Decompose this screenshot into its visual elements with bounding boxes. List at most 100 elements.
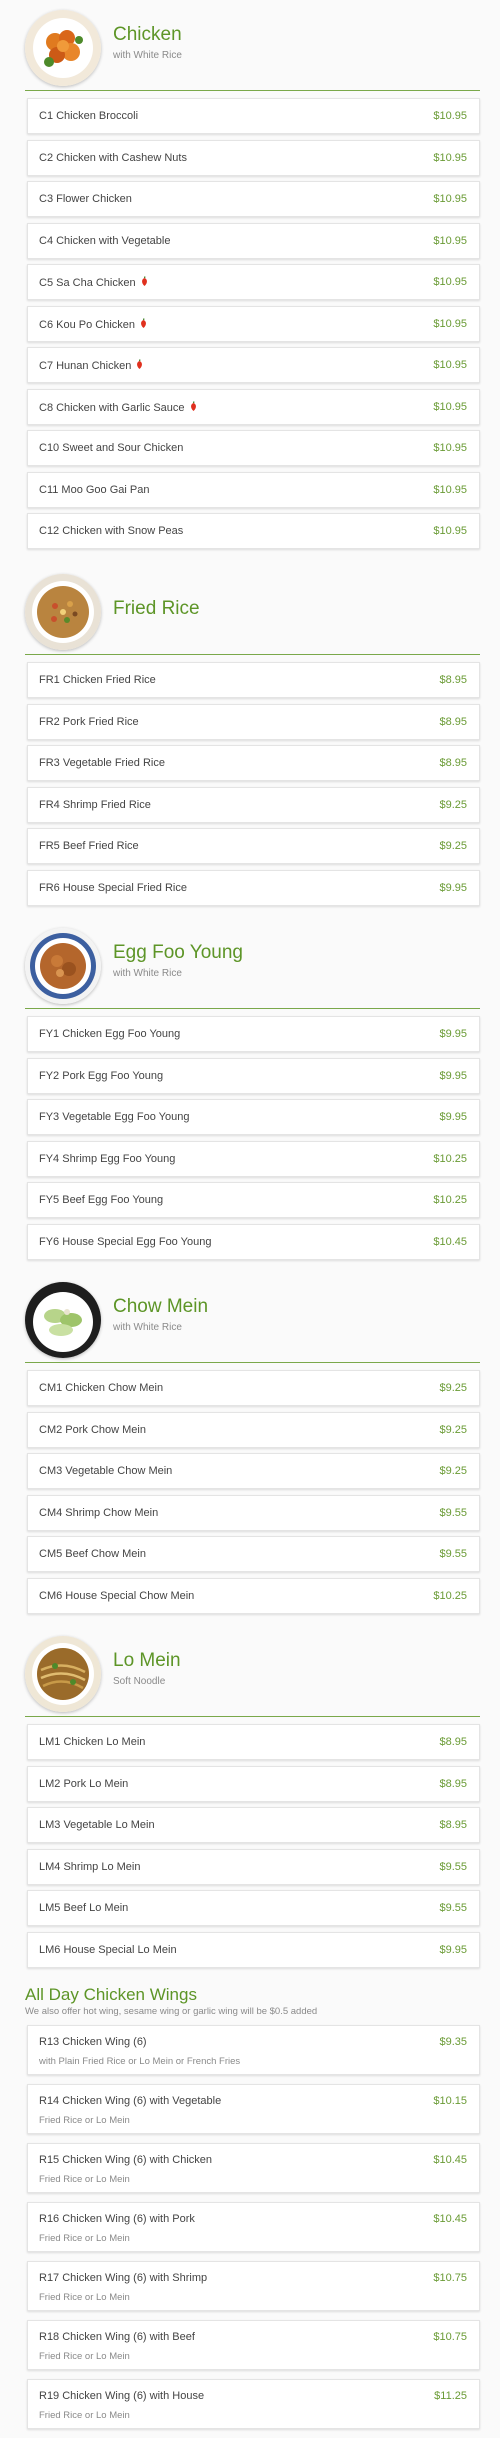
menu-item[interactable]: C2 Chicken with Cashew Nuts $10.95 <box>27 139 480 176</box>
menu-item[interactable]: C7 Hunan Chicken $10.95 <box>27 347 480 383</box>
menu-item-name: R15 Chicken Wing (6) with Chicken <box>39 2154 213 2166</box>
menu-item-price: $10.25 <box>433 1194 467 1206</box>
menu-item-name: C7 Hunan Chicken <box>39 359 144 373</box>
menu-item-name: C8 Chicken with Garlic Sauce <box>39 400 198 415</box>
chicken-dish-photo <box>25 10 101 86</box>
menu-item-name-text: C12 Chicken with Snow Peas <box>39 525 184 537</box>
menu-item[interactable]: C5 Sa Cha Chicken $10.95 <box>27 264 480 300</box>
wing-menu-item[interactable]: R14 Chicken Wing (6) with Vegetable $10.1… <box>27 2084 480 2134</box>
menu-item[interactable]: LM2 Pork Lo Mein $8.95 <box>27 1765 480 1802</box>
menu-item-price: $10.25 <box>433 1152 467 1165</box>
menu-item-name: CM5 Beef Chow Mein <box>39 1548 146 1560</box>
menu-item[interactable]: CM3 Vegetable Chow Mein $9.25 <box>27 1453 480 1489</box>
menu-item[interactable]: FY6 House Special Egg Foo Young $10.45 <box>27 1223 480 1260</box>
menu-item-name-text: LM1 Chicken Lo Mein <box>39 1736 146 1748</box>
menu-item-name: LM2 Pork Lo Mein <box>39 1778 128 1790</box>
menu-item[interactable]: C4 Chicken with Vegetable $10.95 <box>27 222 480 259</box>
menu-item-price: $9.25 <box>439 1382 467 1394</box>
menu-item-name-text: CM4 Shrimp Chow Mein <box>39 1506 159 1519</box>
wing-menu-item[interactable]: R18 Chicken Wing (6) with Beef $10.75 Frie… <box>27 2320 480 2370</box>
spicy-pepper-icon <box>189 400 198 415</box>
menu-item[interactable]: CM5 Beef Chow Mein $9.55 <box>27 1536 480 1572</box>
menu-item-price: $10.95 <box>433 317 467 330</box>
menu-item-description: Fried Rice or Lo Mein <box>39 2292 130 2303</box>
menu-item[interactable]: C3 Flower Chicken $10.95 <box>27 181 480 217</box>
menu-item[interactable]: FR5 Beef Fried Rice $9.25 <box>27 828 480 864</box>
menu-item-name: FY3 Vegetable Egg Foo Young <box>39 1111 189 1123</box>
menu-item-name: FY1 Chicken Egg Foo Young <box>39 1028 180 1040</box>
wing-menu-item[interactable]: R15 Chicken Wing (6) with Chicken $10.45 F… <box>27 2143 480 2193</box>
menu-item[interactable]: FR2 Pork Fried Rice $8.95 <box>27 703 480 740</box>
menu-item[interactable]: FR4 Shrimp Fried Rice $9.25 <box>27 786 480 823</box>
menu-item-name: C3 Flower Chicken <box>39 193 132 205</box>
menu-item-price: $9.25 <box>439 1423 467 1436</box>
menu-item-name-text: FR4 Shrimp Fried Rice <box>39 798 151 811</box>
menu-item[interactable]: C8 Chicken with Garlic Sauce $10.95 <box>27 388 480 425</box>
menu-item-name: LM3 Vegetable Lo Mein <box>39 1819 155 1831</box>
menu-item-description: Fried Rice or Lo Mein <box>39 2351 130 2362</box>
menu-item[interactable]: LM5 Beef Lo Mein $9.55 <box>27 1890 480 1926</box>
section-title: Lo Mein <box>113 1650 181 1671</box>
menu-item-name: FR4 Shrimp Fried Rice <box>39 799 151 811</box>
menu-item[interactable]: C11 Moo Goo Gai Pan $10.95 <box>27 471 480 508</box>
menu-item[interactable]: FY5 Beef Egg Foo Young $10.25 <box>27 1182 480 1218</box>
menu-item[interactable]: CM6 House Special Chow Mein $10.25 <box>27 1577 480 1614</box>
menu-item[interactable]: FY2 Pork Egg Foo Young $9.95 <box>27 1057 480 1094</box>
menu-item-name-text: C7 Hunan Chicken <box>39 360 132 372</box>
menu-item-name: C10 Sweet and Sour Chicken <box>39 442 183 454</box>
menu-item[interactable]: FR1 Chicken Fried Rice $8.95 <box>27 662 480 698</box>
section-divider <box>25 1716 480 1717</box>
menu-item[interactable]: C1 Chicken Broccoli $10.95 <box>27 98 480 134</box>
menu-item-name-text: C1 Chicken Broccoli <box>39 110 139 122</box>
menu-item[interactable]: CM4 Shrimp Chow Mein $9.55 <box>27 1494 480 1531</box>
menu-item-price: $10.95 <box>433 276 467 288</box>
menu-item[interactable]: LM4 Shrimp Lo Mein $9.55 <box>27 1848 480 1885</box>
wing-menu-item[interactable]: R13 Chicken Wing (6) $9.35 with Plain Frie… <box>27 2025 480 2075</box>
menu-item-name-text: CM6 House Special Chow Mein <box>39 1589 195 1602</box>
menu-item-name: FY6 House Special Egg Foo Young <box>39 1236 211 1248</box>
wing-menu-item[interactable]: R16 Chicken Wing (6) with Pork $10.45 Frie… <box>27 2202 480 2252</box>
menu-item[interactable]: LM6 House Special Lo Mein $9.95 <box>27 1931 480 1968</box>
wings-section-subtitle: We also offer hot wing, sesame wing or g… <box>25 2006 318 2017</box>
menu-item[interactable]: FR6 House Special Fried Rice $9.95 <box>27 869 480 906</box>
menu-item-price: $9.95 <box>439 1069 467 1082</box>
menu-item-name: C12 Chicken with Snow Peas <box>39 525 183 537</box>
menu-item[interactable]: FR3 Vegetable Fried Rice $8.95 <box>27 745 480 781</box>
menu-item-price: $9.55 <box>439 1506 467 1519</box>
menu-item-price: $10.45 <box>433 1235 467 1248</box>
section-header: Chicken with White Rice <box>0 2 500 86</box>
menu-item[interactable]: LM1 Chicken Lo Mein $8.95 <box>27 1724 480 1760</box>
menu-item-price: $9.95 <box>439 1943 467 1956</box>
menu-item[interactable]: C6 Kou Po Chicken $10.95 <box>27 305 480 342</box>
menu-item-name-text: C8 Chicken with Garlic Sauce <box>39 401 185 414</box>
menu-item[interactable]: CM2 Pork Chow Mein $9.25 <box>27 1411 480 1448</box>
menu-item[interactable]: C10 Sweet and Sour Chicken $10.95 <box>27 430 480 466</box>
menu-item-price: $10.75 <box>433 2272 467 2284</box>
menu-item[interactable]: LM3 Vegetable Lo Mein $8.95 <box>27 1807 480 1843</box>
menu-item[interactable]: CM1 Chicken Chow Mein $9.25 <box>27 1370 480 1406</box>
menu-item-price: $9.35 <box>439 2036 467 2048</box>
menu-item-price: $10.95 <box>433 193 467 205</box>
menu-item-price: $9.55 <box>439 1548 467 1560</box>
section-subtitle: with White Rice <box>113 1322 182 1333</box>
menu-item[interactable]: FY4 Shrimp Egg Foo Young $10.25 <box>27 1140 480 1177</box>
menu-item-price: $9.95 <box>439 1111 467 1123</box>
wing-menu-item[interactable]: R17 Chicken Wing (6) with Shrimp $10.75 Fr… <box>27 2261 480 2311</box>
menu-item-price: $10.95 <box>433 234 467 247</box>
section-divider <box>25 1008 480 1009</box>
menu-item[interactable]: FY3 Vegetable Egg Foo Young $9.95 <box>27 1099 480 1135</box>
section-divider <box>25 1362 480 1363</box>
menu-item-description: with Plain Fried Rice or Lo Mein or Fren… <box>39 2056 241 2067</box>
section-subtitle: with White Rice <box>113 968 182 979</box>
menu-item[interactable]: FY1 Chicken Egg Foo Young $9.95 <box>27 1016 480 1052</box>
menu-section-chicken: Chicken with White Rice C1 Chicken Broccol… <box>0 2 500 549</box>
wing-menu-item[interactable]: R19 Chicken Wing (6) with House $11.25 Fri… <box>27 2379 480 2429</box>
fried-rice-photo <box>25 574 101 650</box>
menu-item-name: FR5 Beef Fried Rice <box>39 840 139 852</box>
menu-item-price: $10.45 <box>433 2213 467 2225</box>
menu-item-name: LM1 Chicken Lo Mein <box>39 1736 145 1748</box>
spicy-pepper-icon <box>139 317 148 332</box>
menu-item-name: C1 Chicken Broccoli <box>39 110 138 122</box>
menu-item[interactable]: C12 Chicken with Snow Peas $10.95 <box>27 513 480 549</box>
menu-item-name-text: C4 Chicken with Vegetable <box>39 234 171 247</box>
